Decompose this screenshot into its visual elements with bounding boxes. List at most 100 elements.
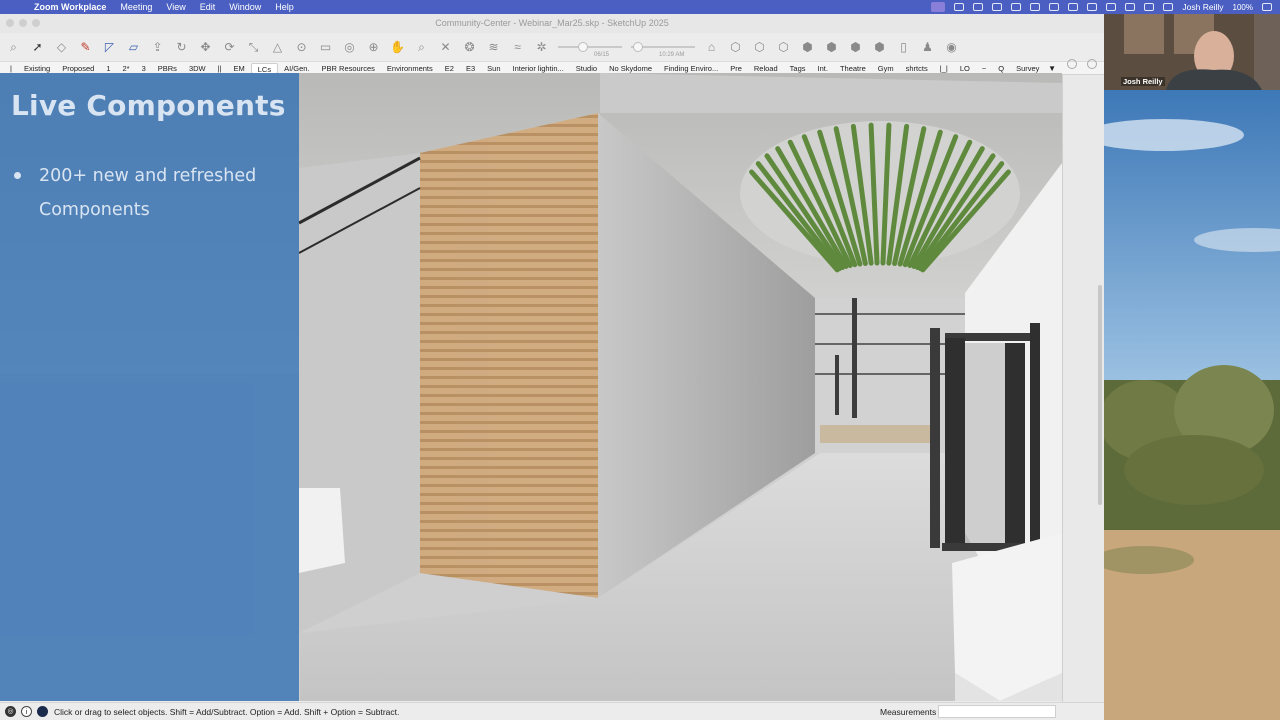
- scene-tab[interactable]: 2*: [117, 63, 136, 74]
- rotate-icon[interactable]: ⟳: [222, 40, 237, 55]
- menu-view[interactable]: View: [166, 2, 185, 12]
- select-arrow-icon[interactable]: ➚: [30, 40, 45, 55]
- cube-icon[interactable]: ⬢: [800, 40, 815, 55]
- sync-icon[interactable]: [973, 3, 984, 11]
- tray-icon[interactable]: [1067, 59, 1077, 69]
- window-icon[interactable]: [1068, 3, 1079, 11]
- rectangle-icon[interactable]: ▱: [126, 40, 141, 55]
- scene-tab[interactable]: LCs: [250, 62, 279, 74]
- push-pull-icon[interactable]: ⇪: [150, 40, 165, 55]
- menu-help[interactable]: Help: [275, 2, 294, 12]
- smoove-icon[interactable]: ≈: [510, 40, 525, 55]
- follow-me-icon[interactable]: ↻: [174, 40, 189, 55]
- document-icon[interactable]: ▯: [896, 40, 911, 55]
- eraser-icon[interactable]: ◇: [54, 40, 69, 55]
- menu-window[interactable]: Window: [229, 2, 261, 12]
- account-icon[interactable]: ◉: [944, 40, 959, 55]
- scene-tab[interactable]: shrtcts: [900, 63, 934, 74]
- cube-icon[interactable]: ⬢: [872, 40, 887, 55]
- scene-tab[interactable]: 3: [136, 63, 152, 74]
- stamp-icon[interactable]: ✲: [534, 40, 549, 55]
- shadow-date-slider[interactable]: 06/15: [558, 41, 622, 58]
- scene-tab[interactable]: Pre: [724, 63, 748, 74]
- cube-icon[interactable]: ⬡: [728, 40, 743, 55]
- search-icon[interactable]: ⌕: [6, 40, 21, 55]
- scene-tab[interactable]: Gym: [872, 63, 900, 74]
- keyboard-icon[interactable]: [1106, 3, 1117, 11]
- arrow-icon[interactable]: [1011, 3, 1022, 11]
- cube-icon[interactable]: ⬢: [824, 40, 839, 55]
- scene-tab[interactable]: Proposed: [56, 63, 100, 74]
- scene-tab[interactable]: Survey: [1010, 63, 1045, 74]
- user-icon[interactable]: ♟: [920, 40, 935, 55]
- battery-icon[interactable]: [1262, 3, 1272, 11]
- scene-tab[interactable]: |_|: [934, 63, 954, 74]
- scene-tab[interactable]: No Skydome: [603, 63, 658, 74]
- scene-tab[interactable]: Finding Enviro...: [658, 63, 724, 74]
- clock-icon[interactable]: [1163, 3, 1174, 11]
- vertical-scrollbar[interactable]: [1098, 285, 1102, 505]
- menu-edit[interactable]: Edit: [200, 2, 216, 12]
- geo-location-icon[interactable]: ◎: [5, 706, 16, 717]
- clipboard-icon[interactable]: [1030, 3, 1041, 11]
- shield-icon[interactable]: [992, 3, 1003, 11]
- scene-tab[interactable]: Reload: [748, 63, 784, 74]
- scene-tab[interactable]: EM: [228, 63, 251, 74]
- scene-tab[interactable]: Existing: [18, 63, 56, 74]
- move-icon[interactable]: ✥: [198, 40, 213, 55]
- zoom-share-icon[interactable]: [931, 2, 946, 12]
- scene-tab[interactable]: Theatre: [834, 63, 872, 74]
- scene-tab[interactable]: Int.: [812, 63, 834, 74]
- slider-knob[interactable]: [578, 42, 588, 52]
- line-icon[interactable]: ◸: [102, 40, 117, 55]
- scene-tab[interactable]: Q: [992, 63, 1010, 74]
- scene-tab[interactable]: LO: [954, 63, 976, 74]
- scene-tab[interactable]: E3: [460, 63, 481, 74]
- pan-icon[interactable]: ✋: [390, 40, 405, 55]
- slider-knob[interactable]: [633, 42, 643, 52]
- paint-icon[interactable]: ◎: [342, 40, 357, 55]
- scene-tab[interactable]: |: [4, 63, 18, 74]
- eraser-icon[interactable]: ⌂: [704, 40, 719, 55]
- scene-tab[interactable]: ||: [212, 63, 228, 74]
- cloud-icon[interactable]: [954, 3, 965, 11]
- scene-tab[interactable]: 3DW: [183, 63, 212, 74]
- scene-tab[interactable]: Tags: [784, 63, 812, 74]
- display-icon[interactable]: [1087, 3, 1098, 11]
- pencil-icon[interactable]: ✎: [78, 40, 93, 55]
- cube-icon[interactable]: ⬢: [848, 40, 863, 55]
- bluetooth-icon[interactable]: [1144, 3, 1155, 11]
- scene-tab[interactable]: Environments: [381, 63, 439, 74]
- scene-tab[interactable]: Interior lightin...: [507, 63, 570, 74]
- offset-icon[interactable]: △: [270, 40, 285, 55]
- zoom-extents-icon[interactable]: ✕: [438, 40, 453, 55]
- window-titlebar[interactable]: Community-Center - Webinar_Mar25.skp - S…: [0, 14, 1104, 33]
- scene-tab[interactable]: ~: [976, 63, 992, 74]
- menubar-user-name[interactable]: Josh Reilly: [1182, 2, 1223, 12]
- info-icon[interactable]: i: [21, 706, 32, 717]
- play-icon[interactable]: [1125, 3, 1136, 11]
- zoom-icon[interactable]: ⌕: [414, 40, 429, 55]
- measurements-input[interactable]: [938, 705, 1056, 718]
- orbit-icon[interactable]: ⊕: [366, 40, 381, 55]
- scene-tab[interactable]: PBR Resources: [316, 63, 381, 74]
- tray-icon[interactable]: [1087, 59, 1097, 69]
- user-icon[interactable]: [37, 706, 48, 717]
- scene-tab[interactable]: PBRs: [152, 63, 183, 74]
- scene-tab[interactable]: Sun: [481, 63, 506, 74]
- scene-tab[interactable]: E2: [439, 63, 460, 74]
- cube-icon[interactable]: ⬡: [752, 40, 767, 55]
- pen-icon[interactable]: [1049, 3, 1060, 11]
- scale-icon[interactable]: ⤡: [246, 40, 261, 55]
- scene-tab[interactable]: 1: [100, 63, 116, 74]
- section-icon[interactable]: ❂: [462, 40, 477, 55]
- menu-app-name[interactable]: Zoom Workplace: [34, 2, 106, 12]
- scene-tab[interactable]: AI/Gen.: [278, 63, 315, 74]
- tape-icon[interactable]: ⊙: [294, 40, 309, 55]
- scene-tabs-overflow-button[interactable]: ▼: [1048, 64, 1056, 73]
- text-icon[interactable]: ▭: [318, 40, 333, 55]
- cube-icon[interactable]: ⬡: [776, 40, 791, 55]
- scene-tab[interactable]: Studio: [570, 63, 603, 74]
- sandbox-icon[interactable]: ≋: [486, 40, 501, 55]
- shadow-time-slider[interactable]: 10:29 AM: [631, 41, 695, 58]
